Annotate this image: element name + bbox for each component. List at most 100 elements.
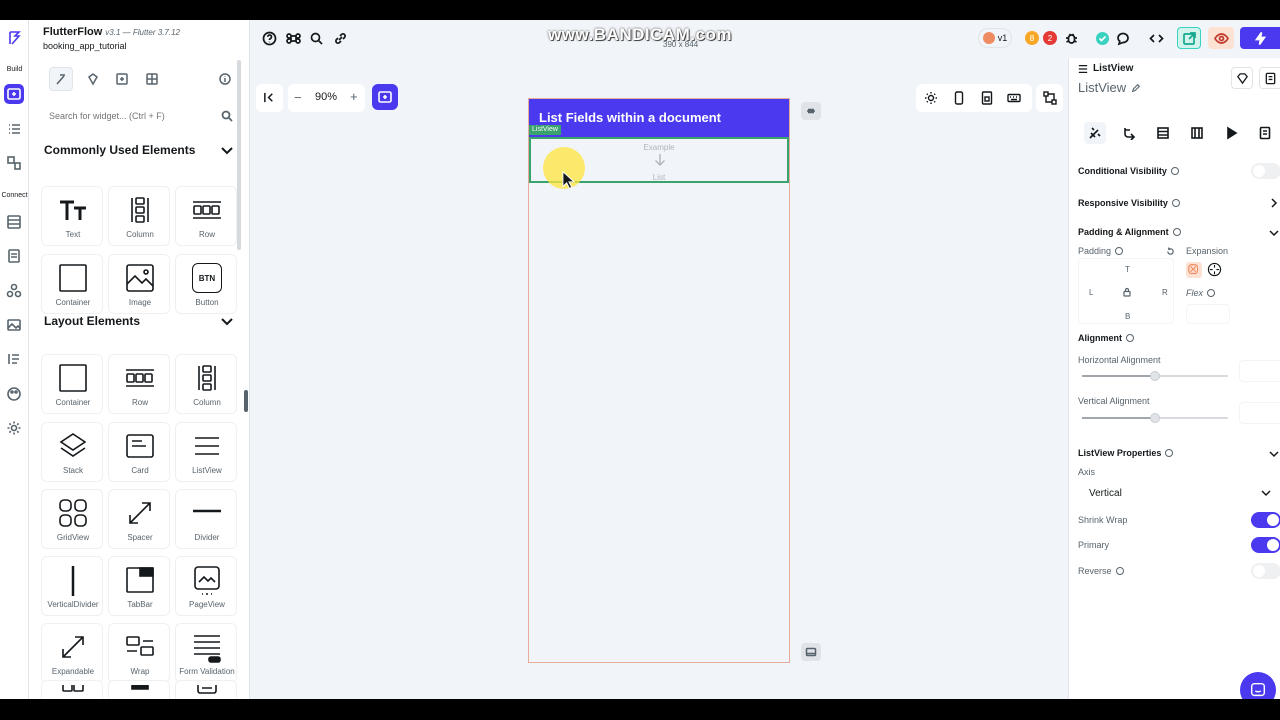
horizontal-alignment-input[interactable] (1239, 360, 1280, 382)
database-icon[interactable] (4, 212, 24, 232)
widget-tile-divider[interactable]: Divider (175, 489, 237, 549)
favorite-button[interactable] (1231, 67, 1253, 89)
edit-pencil-icon[interactable] (1131, 83, 1141, 93)
widget-search[interactable] (39, 103, 237, 129)
run-lightning-icon[interactable] (1240, 27, 1280, 49)
light-mode-sun-icon[interactable] (924, 91, 938, 105)
widget-tile-tabbar[interactable]: TabBar (108, 556, 170, 616)
widget-tile-expandable[interactable]: Expandable (41, 623, 103, 683)
widget-tile-gridview[interactable]: GridView (41, 489, 103, 549)
generate-children-tab-icon[interactable] (1186, 122, 1208, 144)
widget-tile-row[interactable]: Row (108, 354, 170, 414)
play-icon[interactable] (1220, 122, 1242, 144)
tablet-device-icon[interactable] (980, 91, 994, 105)
keyboard-icon[interactable] (1007, 91, 1021, 105)
info-icon[interactable] (213, 67, 237, 91)
chevron-down-icon[interactable] (220, 315, 234, 329)
version-selector[interactable]: v1 (978, 28, 1012, 48)
properties-tab-icon[interactable] (1084, 122, 1106, 144)
lock-icon[interactable] (1122, 287, 1132, 297)
add-widget-button[interactable] (372, 84, 398, 110)
code-icon[interactable] (1146, 28, 1166, 48)
library-tab-icon[interactable] (140, 67, 164, 91)
widget-tile-container[interactable]: Container (41, 354, 103, 414)
phone-device-icon[interactable] (952, 91, 966, 105)
widget-tile-pageview[interactable]: PageView (175, 556, 237, 616)
widget-name[interactable]: ListView (1078, 80, 1126, 95)
storyboard-icon[interactable] (4, 153, 24, 173)
widget-tile-listview[interactable]: ListView (175, 422, 237, 482)
panel-resize-handle[interactable] (244, 390, 248, 412)
chevron-right-icon[interactable] (1269, 198, 1279, 208)
actions-tab-icon[interactable] (1118, 122, 1140, 144)
flutterflow-logo-icon[interactable] (4, 28, 24, 48)
info-icon[interactable] (1172, 228, 1181, 236)
widgets-tab-icon[interactable] (49, 67, 73, 91)
warnings-badge[interactable]: 8 (1025, 31, 1039, 45)
vertical-alignment-input[interactable] (1239, 402, 1280, 424)
info-icon[interactable] (1171, 199, 1180, 207)
settings-gear-icon[interactable] (4, 418, 24, 438)
widget-tile-text[interactable]: Text (41, 186, 103, 246)
widget-tile-column[interactable]: Column (175, 354, 237, 414)
app-details-icon[interactable] (4, 349, 24, 369)
canvas-side-button[interactable] (801, 102, 821, 120)
widget-tile-verticaldivider[interactable]: VerticalDivider (41, 556, 103, 616)
components-tab-icon[interactable] (81, 67, 105, 91)
media-assets-icon[interactable] (4, 315, 24, 335)
vertical-alignment-slider[interactable] (1082, 413, 1228, 423)
backend-query-tab-icon[interactable] (1152, 122, 1174, 144)
chevron-down-icon[interactable] (1269, 228, 1279, 238)
widget-tile-spacer[interactable]: Spacer (108, 489, 170, 549)
info-icon[interactable] (1115, 247, 1124, 255)
horizontal-alignment-slider[interactable] (1082, 371, 1228, 381)
expansion-none-icon[interactable] (1186, 262, 1202, 278)
open-external-icon[interactable] (1177, 27, 1201, 49)
widget-tile-more[interactable] (175, 680, 237, 699)
widget-tile-card[interactable]: Card (108, 422, 170, 482)
search-icon[interactable] (306, 28, 326, 48)
info-icon[interactable] (1115, 567, 1124, 575)
link-icon[interactable] (330, 28, 350, 48)
widget-tile-more[interactable] (108, 680, 170, 699)
widget-palette-icon[interactable] (4, 84, 24, 104)
flex-input[interactable] (1186, 304, 1230, 324)
conditional-visibility-toggle[interactable] (1251, 163, 1280, 179)
slider-thumb[interactable] (1150, 371, 1160, 381)
comments-icon[interactable] (1113, 28, 1133, 48)
info-icon[interactable] (1207, 289, 1216, 297)
axis-dropdown[interactable]: Vertical (1078, 482, 1279, 504)
theme-icon[interactable] (4, 384, 24, 404)
widget-tile-row[interactable]: Row (175, 186, 237, 246)
widget-tile-stack[interactable]: Stack (41, 422, 103, 482)
zoom-in-button[interactable]: + (350, 89, 358, 104)
widget-tile-image[interactable]: Image (108, 254, 170, 314)
shrink-wrap-toggle[interactable] (1251, 512, 1280, 528)
chevron-down-icon[interactable] (220, 144, 234, 158)
widget-tile-container[interactable]: Container (41, 254, 103, 314)
widget-search-input[interactable] (39, 103, 209, 129)
templates-tab-icon[interactable] (110, 67, 134, 91)
info-icon[interactable] (1165, 449, 1174, 457)
widget-tree-icon[interactable] (4, 119, 24, 139)
document-list-icon[interactable] (1254, 122, 1276, 144)
slider-thumb[interactable] (1150, 413, 1160, 423)
panel-scrollbar[interactable] (237, 60, 241, 250)
widget-tile-column[interactable]: Column (108, 186, 170, 246)
primary-toggle[interactable] (1251, 537, 1280, 553)
command-shortcuts-icon[interactable] (283, 28, 303, 48)
bug-icon[interactable] (1061, 28, 1081, 48)
info-icon[interactable] (1126, 334, 1134, 342)
app-bar[interactable]: List Fields within a document (529, 99, 789, 137)
info-icon[interactable] (1170, 167, 1179, 175)
reset-icon[interactable] (1166, 247, 1175, 256)
widget-tile-more[interactable] (41, 680, 103, 699)
zoom-out-button[interactable]: − (294, 90, 302, 105)
errors-badge[interactable]: 2 (1043, 31, 1057, 45)
chevron-down-icon[interactable] (1269, 449, 1279, 459)
widget-tile-wrap[interactable]: Wrap (108, 623, 170, 683)
padding-editor[interactable]: T L R B (1078, 258, 1174, 324)
collapse-panel-button[interactable] (256, 84, 283, 112)
widget-tile-form-validation[interactable]: Form Validation (175, 623, 237, 683)
integrations-icon[interactable] (4, 281, 24, 301)
